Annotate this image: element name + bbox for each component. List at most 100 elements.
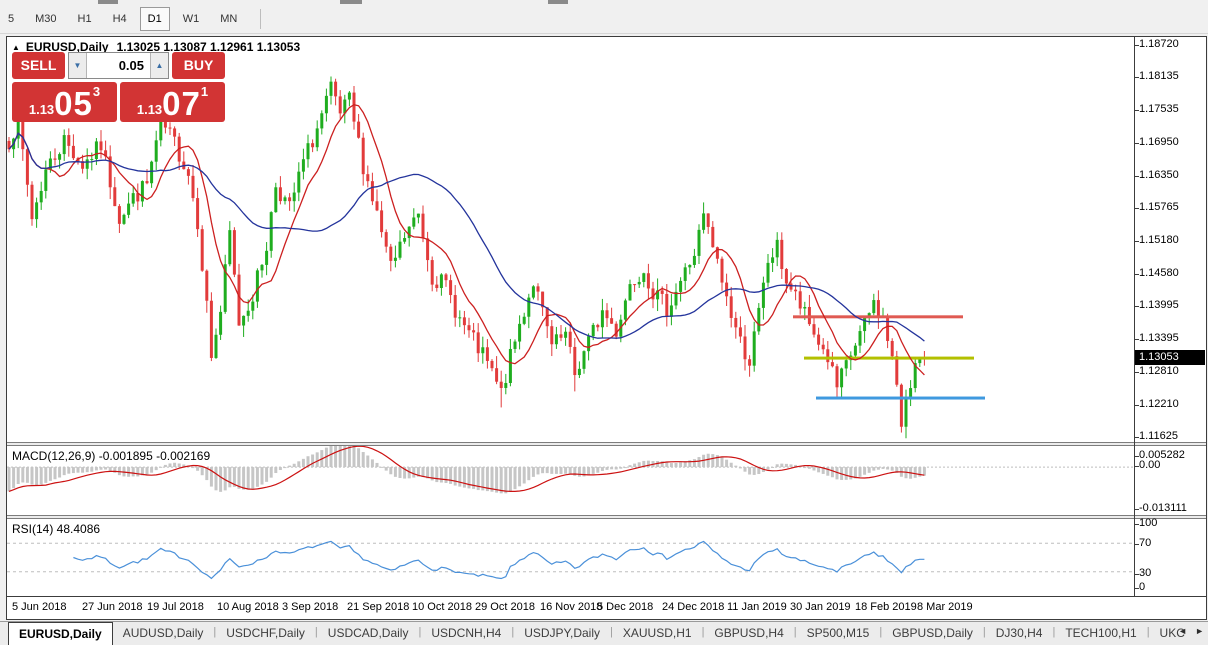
tab-tech100-h1[interactable]: TECH100,H1 (1055, 622, 1146, 645)
one-click-trading-panel: SELL ▼ ▲ BUY 1.13 05 3 1.13 07 1 (12, 52, 225, 122)
price-axis-tick (1135, 45, 1139, 46)
bid-level-line (804, 357, 974, 360)
tf-button-w1[interactable]: W1 (175, 7, 208, 31)
tf-button-h1[interactable]: H1 (70, 7, 100, 31)
sell-price-big: 05 (54, 89, 93, 119)
moving-average-line (9, 133, 924, 341)
tab-usdjpy-daily[interactable]: USDJPY,Daily (514, 622, 610, 645)
tab-xauusd-h1[interactable]: XAUUSD,H1 (613, 622, 702, 645)
date-label: 8 Mar 2019 (917, 601, 973, 613)
price-axis-tick (1135, 77, 1139, 78)
macd-label: MACD(12,26,9) -0.001895 -0.002169 (12, 449, 210, 463)
tf-button-m30[interactable]: M30 (27, 7, 64, 31)
price-axis-tick (1135, 437, 1139, 438)
date-label: 5 Dec 2018 (597, 601, 653, 613)
support-line (816, 397, 985, 400)
price-axis-label: 1.17535 (1139, 103, 1179, 115)
price-axis-tick (1135, 339, 1139, 340)
tf-button-5[interactable]: 5 (0, 7, 22, 31)
volume-input[interactable] (87, 53, 150, 78)
indicator-axis-tick (1135, 456, 1139, 457)
indicator-axis-tick (1135, 509, 1139, 510)
sell-price-sup: 3 (93, 84, 100, 99)
indicator-axis-label: 0 (1139, 581, 1145, 593)
tab-scroll-arrows: ◄ ► (1178, 626, 1204, 636)
price-axis-label: 1.14580 (1139, 267, 1179, 279)
price-axis-tick (1135, 110, 1139, 111)
tab-dj30-h4[interactable]: DJ30,H4 (986, 622, 1053, 645)
sell-price-small: 1.13 (29, 102, 54, 117)
indicator-axis-tick (1135, 574, 1139, 575)
sell-button[interactable]: SELL (12, 52, 65, 79)
price-axis-tick (1135, 306, 1139, 307)
date-label: 29 Oct 2018 (475, 601, 535, 613)
price-axis-tick (1135, 143, 1139, 144)
tf-button-d1[interactable]: D1 (140, 7, 170, 31)
price-axis-label: 1.15180 (1139, 234, 1179, 246)
date-label: 11 Jan 2019 (727, 601, 787, 613)
price-axis-label: 1.18135 (1139, 70, 1179, 82)
volume-increase-button[interactable]: ▲ (150, 53, 168, 78)
tab-usdcad-daily[interactable]: USDCAD,Daily (318, 622, 419, 645)
indicator-axis-label: -0.013111 (1139, 502, 1187, 514)
price-axis-tick (1135, 241, 1139, 242)
date-label: 16 Nov 2018 (540, 601, 602, 613)
mt4-application: 5M30H1H4D1W1MN ▲ EURUSD,Daily 1.13025 1.… (0, 0, 1208, 645)
buy-price-tile[interactable]: 1.13 07 1 (120, 82, 225, 122)
date-label: 27 Jun 2018 (82, 601, 143, 613)
indicator-axis-tick (1135, 466, 1139, 467)
indicator-axis-label: 70 (1139, 537, 1151, 549)
buy-price-big: 07 (162, 89, 201, 119)
indicator-axis-label: 100 (1139, 517, 1157, 529)
pane-divider[interactable] (7, 515, 1206, 519)
tab-usdchf-daily[interactable]: USDCHF,Daily (216, 622, 315, 645)
tf-button-mn[interactable]: MN (212, 7, 245, 31)
buy-price-sup: 1 (201, 84, 208, 99)
rsi-line (73, 541, 924, 578)
date-label: 18 Feb 2019 (855, 601, 917, 613)
timeframe-toolbar: 5M30H1H4D1W1MN (0, 4, 1208, 33)
buy-button[interactable]: BUY (172, 52, 225, 79)
volume-decrease-button[interactable]: ▼ (69, 53, 87, 78)
price-axis-tick (1135, 405, 1139, 406)
price-axis-tick (1135, 274, 1139, 275)
indicator-axis-tick (1135, 544, 1139, 545)
tab-scroll-right-button[interactable]: ► (1195, 626, 1204, 636)
indicator-axis-label: 30 (1139, 567, 1151, 579)
tab-usdcnh-h4[interactable]: USDCNH,H4 (421, 622, 511, 645)
tab-eurusd-daily[interactable]: EURUSD,Daily (8, 622, 113, 645)
price-axis-separator (1134, 37, 1135, 596)
rsi-chart[interactable] (7, 519, 1134, 596)
price-axis-label: 1.16350 (1139, 169, 1179, 181)
rsi-label: RSI(14) 48.4086 (12, 522, 100, 536)
date-axis[interactable]: 5 Jun 201827 Jun 201819 Jul 201810 Aug 2… (7, 598, 1134, 618)
tab-audusd-daily[interactable]: AUDUSD,Daily (113, 622, 214, 645)
date-label: 10 Oct 2018 (412, 601, 472, 613)
date-label: 21 Sep 2018 (347, 601, 409, 613)
price-axis-tick (1135, 372, 1139, 373)
tab-sp500-m15[interactable]: SP500,M15 (797, 622, 880, 645)
date-label: 3 Sep 2018 (282, 601, 338, 613)
indicator-axis-label: 0.00 (1139, 459, 1160, 471)
date-label: 5 Jun 2018 (12, 601, 66, 613)
price-axis-label: 1.12210 (1139, 398, 1179, 410)
price-axis-tick (1135, 208, 1139, 209)
tab-gbpusd-daily[interactable]: GBPUSD,Daily (882, 622, 983, 645)
indicator-axis-tick (1135, 524, 1139, 525)
price-axis-label: 1.15765 (1139, 201, 1179, 213)
resistance-line (793, 315, 963, 318)
collapse-panel-icon[interactable]: ▲ (12, 43, 20, 52)
moving-average-line (9, 105, 924, 375)
tab-scroll-left-button[interactable]: ◄ (1178, 626, 1187, 636)
pane-divider[interactable] (7, 442, 1206, 446)
tf-button-h4[interactable]: H4 (105, 7, 135, 31)
date-label: 10 Aug 2018 (217, 601, 279, 613)
volume-stepper: ▼ ▲ (68, 52, 169, 79)
pane-border (7, 596, 1206, 597)
toolbar-divider (0, 33, 1208, 34)
indicator-axis-tick (1135, 588, 1139, 589)
current-price-badge: 1.13053 (1135, 350, 1205, 365)
toolbar-separator (260, 9, 261, 29)
sell-price-tile[interactable]: 1.13 05 3 (12, 82, 117, 122)
tab-gbpusd-h4[interactable]: GBPUSD,H4 (704, 622, 793, 645)
